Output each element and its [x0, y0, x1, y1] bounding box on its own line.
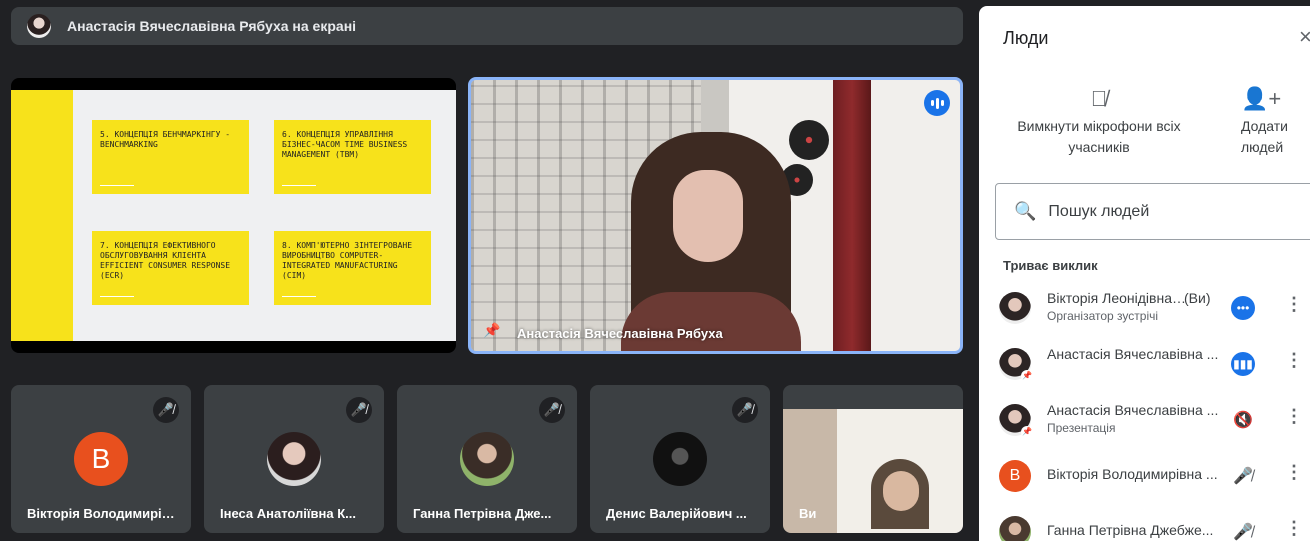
mute-all-label: Вимкнути мікрофони всіх учасників: [1017, 118, 1181, 155]
participant-name: Вікторія Володимирівна ...: [1047, 466, 1218, 482]
mic-off-icon: 🎤̸: [1233, 524, 1253, 541]
presenting-banner-text: Анастасія Вячеславівна Рябуха на екрані: [67, 18, 357, 34]
mic-off-icon: 🎙̸: [1090, 86, 1108, 111]
mic-off-icon: 🎤̸: [346, 397, 372, 423]
panel-title: Люди: [1003, 28, 1049, 48]
pin-icon[interactable]: 📌: [483, 322, 500, 339]
active-speaker-tile[interactable]: 📌 Анастасія Вячеславівна Рябуха: [468, 77, 963, 354]
participant-row[interactable]: Вікторія Леонідівна ... (Ви) Організатор…: [979, 280, 1310, 336]
add-people-label: Додати людей: [1241, 118, 1288, 155]
more-options-icon[interactable]: ⋮: [1285, 350, 1303, 371]
participant-name: Денис Валерійович ...: [606, 506, 747, 521]
avatar: B: [999, 460, 1031, 492]
mic-off-icon: 🎤̸: [1233, 468, 1253, 485]
section-header: Триває виклик: [1003, 258, 1098, 273]
avatar: [999, 292, 1031, 324]
participant-name: Анастасія Вячеславівна ...: [1047, 402, 1219, 418]
participant-name: Інеса Анатоліївна К...: [220, 506, 357, 521]
slide-card-5: 5. Концепція бенчмаркінгу - Benchmarking: [92, 120, 249, 194]
participant-row[interactable]: B Вікторія Володимирівна ... 🎤̸ ⋮: [979, 448, 1310, 504]
pin-icon: 📌: [1021, 426, 1033, 438]
participant-role: Організатор зустрічі: [1047, 309, 1159, 323]
add-person-icon: 👤+: [1241, 86, 1282, 111]
close-icon[interactable]: ×: [1299, 24, 1310, 50]
participant-row[interactable]: Ганна Петрівна Джебже... 🎤̸ ⋮: [979, 504, 1310, 541]
participant-tile[interactable]: 🎤̸ Ганна Петрівна Дже...: [397, 385, 577, 533]
more-options-icon[interactable]: ⋮: [1285, 462, 1303, 483]
add-people-button[interactable]: 👤+ Додати людей: [1241, 88, 1310, 158]
participant-name: Ганна Петрівна Джебже...: [1047, 522, 1214, 538]
presenting-banner: Анастасія Вячеславівна Рябуха на екрані: [11, 7, 963, 45]
slide-card-text: 7. Концепція ефективного обслуговування …: [100, 241, 231, 280]
search-people-field[interactable]: 🔍 Пошук людей: [995, 183, 1310, 240]
participant-name: Ви: [799, 506, 817, 521]
speaker-name: Анастасія Вячеславівна Рябуха: [517, 326, 723, 341]
avatar: [460, 432, 514, 486]
speaking-icon: ▮▮▮: [1231, 352, 1255, 376]
more-options-icon[interactable]: ⋮: [1285, 294, 1303, 315]
speaker-video: [621, 132, 801, 351]
speaking-icon: [924, 90, 950, 116]
avatar: [267, 432, 321, 486]
participant-role: Презентація: [1047, 421, 1116, 435]
mic-off-icon: 🎤̸: [539, 397, 565, 423]
participant-tile[interactable]: 🎤̸ Денис Валерійович ...: [590, 385, 770, 533]
more-horiz-icon: •••: [1231, 296, 1255, 320]
participant-name: Вікторія Володимирівна ...: [27, 506, 182, 521]
mute-all-button[interactable]: 🎙̸ Вимкнути мікрофони всіх учасників: [1009, 88, 1189, 158]
you-label: (Ви): [1184, 290, 1211, 306]
slide-card-text: 5. Концепція бенчмаркінгу - Benchmarking: [100, 130, 231, 149]
participant-name: Ганна Петрівна Дже...: [413, 506, 552, 521]
slide-accent-bar: [11, 90, 73, 341]
avatar: B: [74, 432, 128, 486]
slide-card-8: 8. Комп'ютерно зінтегроване виробництво …: [274, 231, 431, 305]
more-options-icon[interactable]: ⋮: [1285, 518, 1303, 539]
background-curtain: [833, 80, 871, 351]
presentation-tile[interactable]: 5. Концепція бенчмаркінгу - Benchmarking…: [11, 78, 456, 353]
more-options-icon[interactable]: ⋮: [1285, 406, 1303, 427]
participant-tile[interactable]: 🎤̸ Інеса Анатоліївна К...: [204, 385, 384, 533]
presentation-slide: 5. Концепція бенчмаркінгу - Benchmarking…: [11, 90, 456, 341]
pin-icon: 📌: [1021, 370, 1033, 382]
slide-card-6: 6. Концепція управління бізнес-часом Tim…: [274, 120, 431, 194]
mic-off-icon: 🎤̸: [732, 397, 758, 423]
search-icon: 🔍: [1014, 201, 1037, 221]
participant-name: Анастасія Вячеславівна ...: [1047, 346, 1219, 362]
participant-name: Вікторія Леонідівна ...: [1047, 290, 1187, 306]
avatar: [999, 516, 1031, 541]
mic-off-icon: 🎤̸: [153, 397, 179, 423]
slide-card-7: 7. Концепція ефективного обслуговування …: [92, 231, 249, 305]
participant-row[interactable]: 📌 Анастасія Вячеславівна ... ▮▮▮ ⋮: [979, 336, 1310, 392]
volume-off-icon: 🔇: [1233, 412, 1253, 429]
people-panel: Люди × 🎙̸ Вимкнути мікрофони всіх учасни…: [979, 6, 1310, 541]
self-view-tile[interactable]: Ви: [783, 385, 963, 533]
presenter-avatar: [27, 14, 51, 38]
participant-tile[interactable]: 🎤̸ B Вікторія Володимирівна ...: [11, 385, 191, 533]
participant-row[interactable]: 📌 Анастасія Вячеславівна ... Презентація…: [979, 392, 1310, 448]
avatar: [653, 432, 707, 486]
slide-card-text: 6. Концепція управління бізнес-часом Tim…: [282, 130, 408, 159]
search-input[interactable]: Пошук людей: [1048, 203, 1149, 221]
slide-card-text: 8. Комп'ютерно зінтегроване виробництво …: [282, 241, 413, 280]
